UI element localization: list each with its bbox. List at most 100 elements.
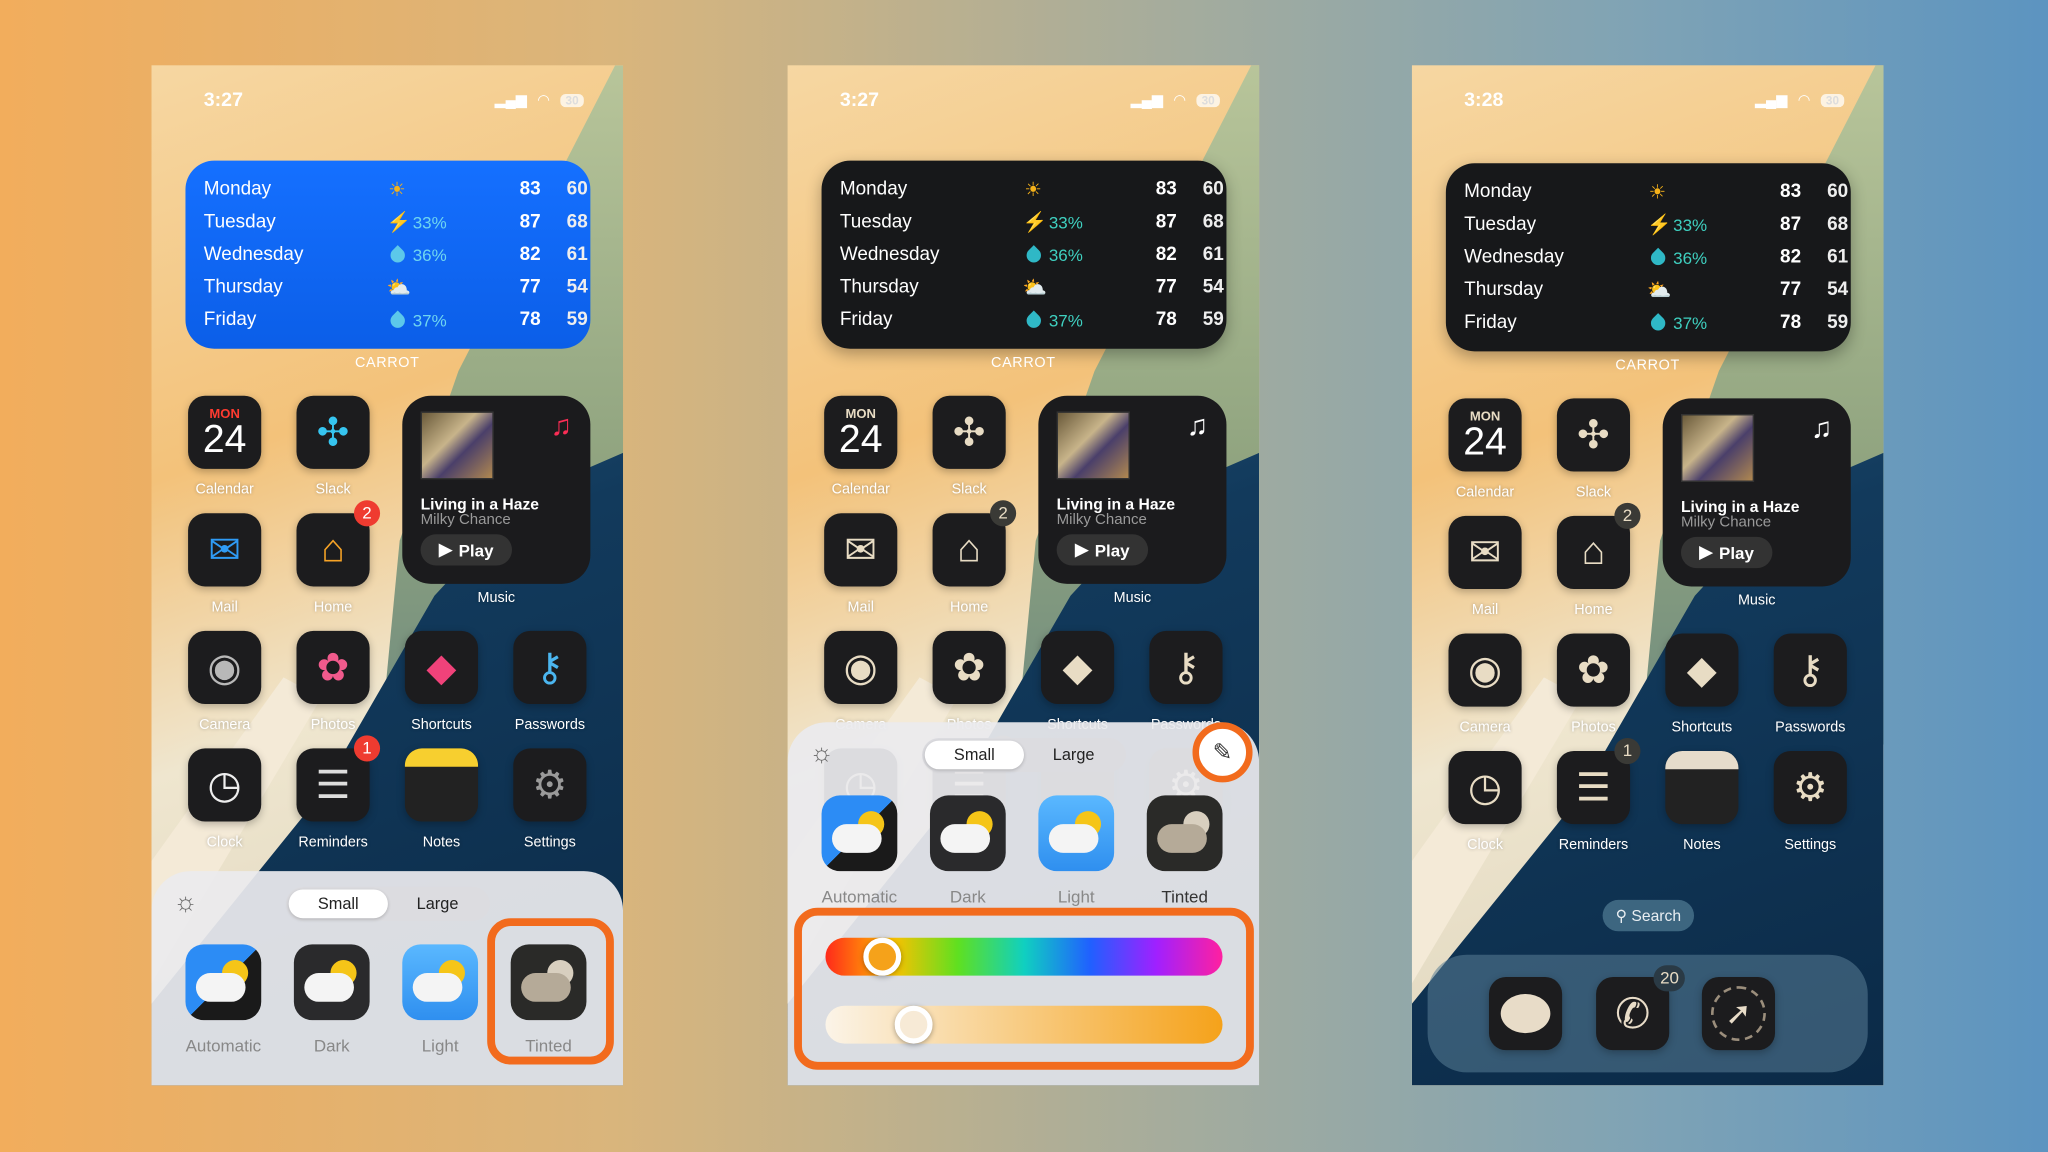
style-option-dark[interactable] — [929, 795, 1006, 872]
album-art — [1680, 414, 1755, 482]
hue-slider-knob[interactable] — [862, 937, 901, 976]
app-reminders[interactable]: ☰ — [296, 748, 370, 822]
music-widget[interactable]: ♫ Living in a Haze Milky Chance ▶ Play — [1038, 395, 1227, 584]
app-calendar[interactable]: MON 24 — [824, 395, 898, 469]
style-option-light[interactable] — [402, 944, 479, 1021]
weather-widget[interactable]: Monday ☀ 83 60 Tuesday ⚡ 33% 87 68 Wednesday 36% 82… — [185, 160, 591, 349]
raindrop-shape — [1647, 247, 1668, 269]
app-label: Slack — [951, 481, 987, 498]
app-shortcuts[interactable]: ◆ — [404, 630, 479, 704]
play-icon: ▶ — [439, 539, 453, 560]
eyedropper-button[interactable]: ✎ — [1192, 722, 1253, 783]
high-temp: 83 — [1155, 178, 1177, 200]
app-home[interactable]: ⌂ — [932, 513, 1006, 587]
app-mail[interactable]: ✉ — [188, 513, 262, 587]
app-home[interactable]: ⌂ — [1556, 515, 1631, 590]
raindrop-shape — [1022, 310, 1044, 331]
dock-app-messages[interactable] — [1488, 976, 1563, 1051]
app-clock[interactable]: ◷ — [188, 748, 262, 822]
size-segmented-control[interactable]: Small Large — [286, 886, 490, 921]
music-widget[interactable]: ♫ Living in a Haze Milky Chance ▶ Play — [402, 395, 591, 584]
saturation-slider[interactable] — [825, 1005, 1223, 1044]
dock-app-safari[interactable]: ➚ — [1701, 976, 1776, 1051]
raindrop-icon — [1022, 308, 1044, 333]
app-slack[interactable]: ✣ — [296, 395, 370, 469]
style-label: Automatic — [185, 1035, 262, 1056]
high-temp: 83 — [1780, 181, 1802, 203]
saturation-slider-knob[interactable] — [894, 1005, 933, 1044]
customize-sheet: ☼ Small Large Automatic Dark Light Tinted — [151, 871, 624, 1086]
style-option-automatic[interactable] — [185, 944, 262, 1021]
search-button[interactable]: ⚲ Search — [1602, 899, 1695, 932]
play-button[interactable]: ▶ Play — [1680, 536, 1773, 569]
app-shortcuts[interactable]: ◆ — [1040, 630, 1115, 704]
low-temp: 60 — [1202, 178, 1224, 200]
precip-chance: 36% — [412, 245, 447, 266]
notification-badge: 20 — [1653, 965, 1686, 992]
forecast-day: Monday — [203, 178, 272, 200]
raindrop-icon — [1022, 243, 1044, 268]
app-camera[interactable]: ◉ — [188, 630, 262, 704]
music-widget[interactable]: ♫ Living in a Haze Milky Chance ▶ Play — [1662, 398, 1851, 587]
app-mail[interactable]: ✉ — [1448, 515, 1522, 590]
size-segmented-control[interactable]: Small Large — [922, 737, 1126, 772]
app-shortcuts[interactable]: ◆ — [1665, 633, 1739, 707]
size-option-small[interactable]: Small — [288, 889, 388, 919]
app-reminders[interactable]: ☰ — [1556, 751, 1631, 825]
precip-chance: 33% — [412, 212, 447, 233]
app-notes[interactable] — [404, 748, 479, 822]
calendar-date: 24 — [202, 417, 247, 461]
app-label: Photos — [1571, 719, 1616, 736]
app-label: Photos — [310, 717, 356, 733]
size-option-small[interactable]: Small — [924, 740, 1024, 770]
lightning-icon: ⚡ — [1022, 211, 1048, 234]
size-option-large[interactable]: Large — [388, 889, 487, 918]
app-label: Mail — [211, 599, 238, 616]
style-option-tinted[interactable] — [1146, 795, 1223, 872]
app-label: Clock — [1467, 837, 1504, 853]
app-home[interactable]: ⌂ — [296, 513, 370, 587]
battery-icon: 30 — [1196, 93, 1220, 107]
low-temp: 68 — [1202, 211, 1224, 233]
artist-name: Milky Chance — [1680, 514, 1772, 531]
app-calendar[interactable]: MON 24 — [1448, 398, 1522, 472]
weather-widget[interactable]: Monday ☀ 83 60 Tuesday ⚡ 33% 87 68 Wednesday 36% 82… — [821, 160, 1227, 349]
app-camera[interactable]: ◉ — [1448, 633, 1522, 707]
brightness-icon[interactable]: ☼ — [810, 739, 834, 769]
hue-slider[interactable] — [825, 937, 1223, 976]
app-mail[interactable]: ✉ — [824, 513, 898, 587]
forecast-day: Wednesday — [1464, 246, 1564, 268]
app-photos[interactable]: ✿ — [932, 630, 1006, 704]
app-passwords[interactable]: ⚷ — [1149, 630, 1223, 704]
app-photos[interactable]: ✿ — [1556, 633, 1631, 707]
size-option-large[interactable]: Large — [1024, 741, 1123, 770]
raindrop-icon — [386, 243, 408, 268]
app-label: Calendar — [1455, 484, 1515, 501]
style-option-dark[interactable] — [293, 944, 370, 1021]
brightness-icon[interactable]: ☼ — [174, 888, 198, 918]
app-calendar[interactable]: MON 24 — [188, 395, 262, 469]
app-label: Camera — [199, 717, 251, 733]
play-button[interactable]: ▶ Play — [420, 534, 512, 566]
app-clock[interactable]: ◷ — [1448, 751, 1522, 825]
forecast-row: Friday 37% 78 59 — [204, 304, 588, 337]
low-temp: 60 — [566, 178, 588, 200]
app-photos[interactable]: ✿ — [296, 630, 370, 704]
app-passwords[interactable]: ⚷ — [1773, 633, 1847, 707]
raindrop-icon — [1647, 246, 1668, 271]
app-settings[interactable]: ⚙ — [513, 748, 587, 822]
app-camera[interactable]: ◉ — [824, 630, 898, 704]
app-notes[interactable] — [1665, 751, 1739, 825]
low-temp: 59 — [1202, 309, 1224, 331]
play-button[interactable]: ▶ Play — [1056, 534, 1149, 566]
style-option-light[interactable] — [1038, 795, 1115, 872]
app-settings[interactable]: ⚙ — [1773, 751, 1847, 825]
app-slack[interactable]: ✣ — [1556, 398, 1631, 472]
style-option-automatic[interactable] — [821, 795, 898, 872]
app-slack[interactable]: ✣ — [932, 395, 1006, 469]
cloud-shape — [195, 973, 246, 1002]
customize-sheet: ☼ Small Large ✎ Automatic Dark Light Tinted — [787, 722, 1260, 1086]
song-title: Living in a Haze — [420, 495, 540, 514]
app-passwords[interactable]: ⚷ — [513, 630, 587, 704]
weather-widget[interactable]: Monday ☀ 83 60 Tuesday ⚡ 33% 87 68 Wednesday 36% 82… — [1445, 163, 1851, 352]
